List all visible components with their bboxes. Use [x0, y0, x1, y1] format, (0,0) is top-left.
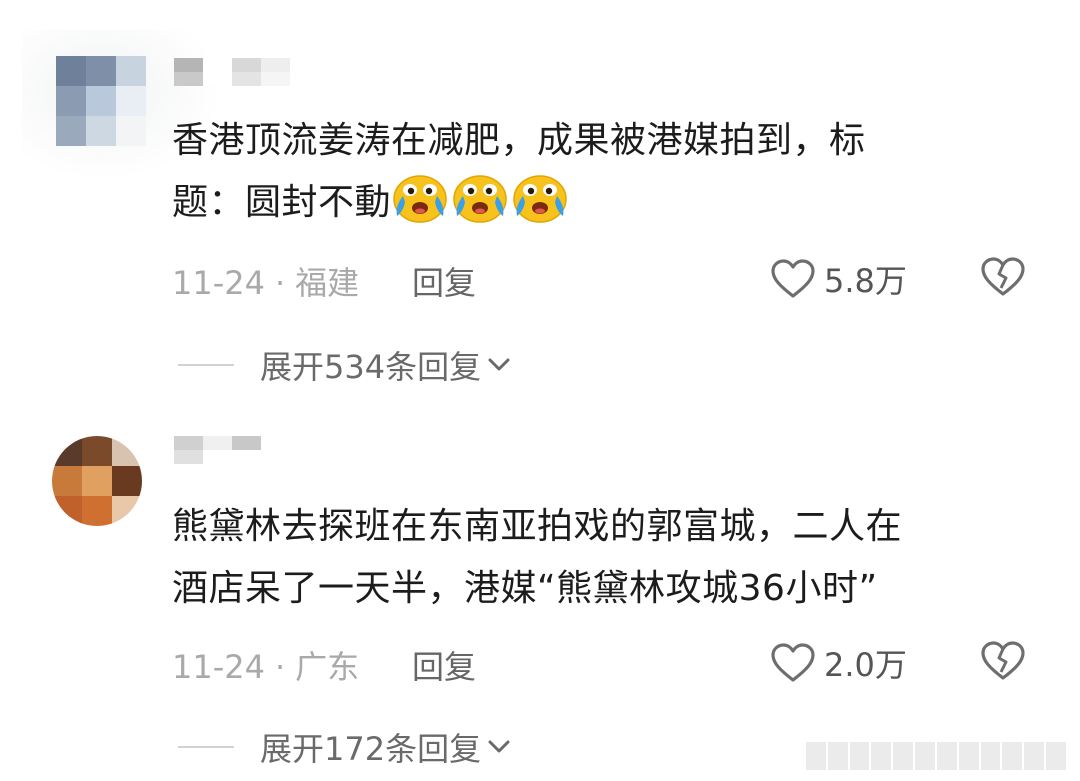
comment-text-line: 熊黛林去探班在东南亚拍戏的郭富城，二人在 [172, 506, 903, 547]
username-pixel [261, 72, 290, 86]
username-pixel [290, 436, 319, 450]
avatar-pixel [82, 466, 112, 496]
heart-outline-icon [771, 259, 815, 298]
username-pixel [290, 58, 319, 72]
username-pixel [290, 72, 319, 86]
like-count: 2.0万 [824, 646, 907, 684]
comment-date: 11-24 [172, 264, 265, 302]
username-pixel [203, 450, 232, 464]
divider-line [178, 746, 234, 748]
avatar-pixel [116, 116, 146, 146]
crying-face-icon [511, 172, 569, 224]
avatar-pixel [86, 116, 116, 146]
emoji-group [391, 175, 571, 223]
like-count: 5.8万 [824, 262, 907, 300]
reply-button[interactable]: 回复 [412, 642, 476, 688]
meta-separator: · [274, 648, 286, 686]
avatar-pixel [112, 466, 142, 496]
broken-heart-icon [981, 257, 1025, 296]
username-pixel [174, 450, 203, 464]
username-pixel [203, 58, 232, 72]
comment-text: 熊黛林去探班在东南亚拍戏的郭富城，二人在 酒店呆了一天半，港媒“熊黛林攻城36小… [172, 496, 1042, 620]
avatar-pixel [52, 436, 82, 466]
avatar[interactable] [52, 436, 142, 526]
expand-replies-label: 展开172条回复 [260, 730, 482, 768]
avatar-pixel [56, 116, 86, 146]
avatar-pixel [116, 86, 146, 116]
username-pixel [232, 436, 261, 450]
comment-location: 广东 [295, 648, 360, 686]
avatar-pixel [56, 86, 86, 116]
divider-line [178, 364, 234, 366]
avatar-pixel [82, 436, 112, 466]
avatar-pixel [112, 436, 142, 466]
avatar-pixel [116, 56, 146, 86]
comment-text-line: 题：圆封不動 [172, 172, 1042, 234]
avatar-pixel [56, 56, 86, 86]
comment-text: 香港顶流姜涛在减肥，成果被港媒拍到，标 题：圆封不動 [172, 110, 1042, 234]
watermark [806, 742, 1066, 770]
reply-button[interactable]: 回复 [412, 258, 476, 304]
like-button[interactable]: 2.0万 [770, 640, 907, 686]
username-pixel [232, 450, 261, 464]
heart-outline-icon [771, 643, 815, 682]
expand-replies-label: 展开534条回复 [260, 348, 482, 386]
username-pixel [174, 72, 203, 86]
comment-meta: 11-24 · 广东 [172, 642, 359, 688]
broken-heart-icon [981, 641, 1025, 680]
like-button[interactable]: 5.8万 [770, 256, 907, 302]
username-pixel [232, 58, 261, 72]
username-pixel [261, 436, 290, 450]
comment-location: 福建 [295, 264, 360, 302]
chevron-down-icon [488, 358, 510, 371]
username-pixel [203, 436, 232, 450]
crying-face-icon [451, 172, 509, 224]
meta-separator: · [274, 264, 286, 302]
avatar-pixel [86, 86, 116, 116]
comment-text-segment: 题：圆封不動 [172, 182, 392, 223]
username-pixel [290, 450, 319, 464]
comment-date: 11-24 [172, 648, 265, 686]
username-pixel [261, 450, 290, 464]
comment-text-line: 香港顶流姜涛在减肥，成果被港媒拍到，标 [172, 120, 866, 161]
crying-face-icon [391, 172, 449, 224]
username-pixelated[interactable] [174, 436, 319, 464]
username-pixel [174, 436, 203, 450]
username-pixel [174, 58, 203, 72]
expand-replies-button[interactable]: 展开534条回复 [178, 342, 511, 388]
username-pixel [261, 58, 290, 72]
dislike-button[interactable] [980, 640, 1026, 686]
username-pixel [203, 72, 232, 86]
avatar-pixel [82, 496, 112, 526]
username-pixel [232, 72, 261, 86]
comment-meta: 11-24 · 福建 [172, 258, 359, 304]
avatar-pixel [86, 56, 116, 86]
expand-replies-button[interactable]: 展开172条回复 [178, 724, 511, 770]
avatar-pixel [52, 466, 82, 496]
dislike-button[interactable] [980, 256, 1026, 302]
comment-text-line: 酒店呆了一天半，港媒“熊黛林攻城36小时” [172, 568, 878, 609]
avatar-pixel [52, 496, 82, 526]
avatar-pixel [112, 496, 142, 526]
chevron-down-icon [488, 740, 510, 753]
avatar[interactable] [56, 56, 146, 146]
username-pixelated[interactable] [174, 58, 319, 86]
